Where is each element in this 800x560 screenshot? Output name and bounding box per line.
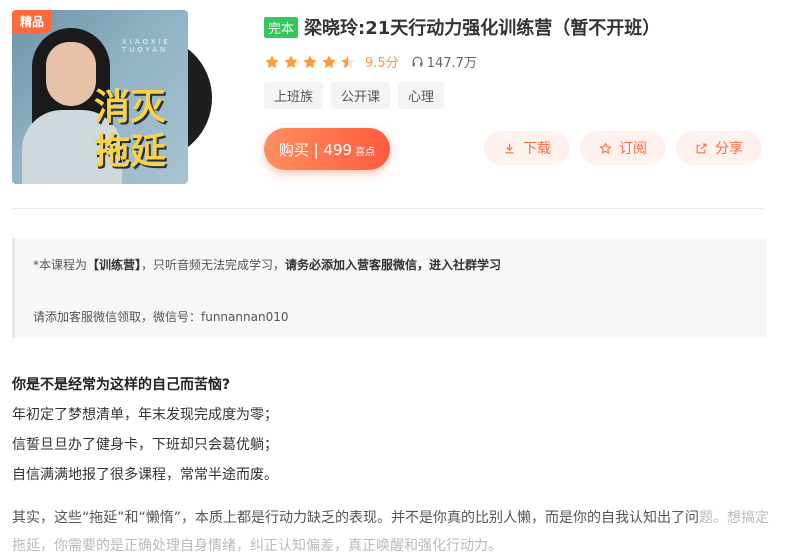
subscribe-button[interactable]: 订阅	[580, 131, 666, 165]
half-star-icon	[341, 54, 355, 68]
cover-title: 消灭 拖延	[94, 86, 186, 174]
download-label: 下载	[523, 141, 551, 157]
tag-chip[interactable]: 公开课	[331, 82, 391, 109]
buy-button-unit: 喜点	[355, 147, 376, 158]
download-icon	[505, 143, 514, 153]
notice-bold-instruction: 请务必添加入营客服微信，进入社群学习	[285, 258, 502, 272]
premium-tag: 精品	[12, 10, 53, 33]
content-line: 自信满满地报了很多课程，常常半途而废。	[12, 467, 278, 483]
content-paragraph: 其实，这些“拖延”和“懒惰”，本质上都是行动力缺乏的表现。并不是你真的比别人懒，…	[12, 504, 772, 560]
buy-button-label: 购买 | 499	[278, 140, 353, 159]
buy-button[interactable]: 购买 | 499 喜点	[264, 128, 390, 170]
share-label: 分享	[715, 141, 743, 157]
share-button[interactable]: 分享	[676, 131, 762, 165]
star-icon	[322, 54, 336, 68]
download-button[interactable]: 下载	[484, 131, 570, 165]
divider	[12, 208, 764, 209]
star-icon	[284, 54, 298, 68]
star-icon	[303, 54, 317, 68]
subscribe-label: 订阅	[619, 141, 647, 157]
star-outline-icon	[599, 141, 612, 154]
paragraph-visible: 其实，这些“拖延”和“懒惰”，本质上都是行动力缺乏的表现。并不是你真的比别人懒，…	[12, 510, 700, 526]
notice-line2: 请添加客服微信领取，微信号：funnannan010	[33, 310, 289, 324]
tag-chip[interactable]: 上班族	[264, 82, 324, 109]
title-row: 完本 梁晓玲:21天行动力强化训练营（暂不开班）	[264, 14, 660, 40]
notice-bold-camp: 【训练营】	[87, 258, 142, 272]
content-line: 信誓旦旦办了健身卡，下班却只会葛优躺；	[12, 437, 278, 453]
cover-title-line2: 拖延	[94, 131, 167, 172]
notice-prefix: *本课程为	[33, 258, 88, 272]
rating-row: 9.5分 147.7万	[264, 52, 477, 71]
content-line: 年初定了梦想清单，年末发现完成度为零；	[12, 407, 278, 423]
course-title: 梁晓玲:21天行动力强化训练营（暂不开班）	[304, 18, 661, 39]
share-icon	[696, 143, 707, 153]
rating-score: 9.5分	[365, 56, 399, 71]
content-question: 你是不是经常为这样的自己而苦恼?	[12, 377, 231, 393]
star-icon	[265, 54, 279, 68]
headphones-icon	[412, 56, 423, 67]
notice-line1: *本课程为【训练营】，只听音频无法完成学习，请务必添加入营客服微信，进入社群学习	[33, 256, 501, 273]
notice-box: *本课程为【训练营】，只听音频无法完成学习，请务必添加入营客服微信，进入社群学习…	[12, 238, 767, 338]
notice-mid: ，只听音频无法完成学习，	[141, 258, 286, 272]
cover-title-line1: 消灭	[94, 87, 167, 128]
complete-badge: 完本	[264, 16, 299, 38]
tag-chip[interactable]: 心理	[398, 82, 445, 109]
cover-brand-text: XIAOXIE TUOYAN	[122, 38, 171, 54]
cover-person-face	[46, 42, 96, 106]
tag-list: 上班族 公开课 心理	[264, 82, 445, 109]
course-cover-image[interactable]: 精品 XIAOXIE TUOYAN 消灭 拖延	[12, 10, 188, 184]
play-count: 147.7万	[426, 56, 477, 71]
